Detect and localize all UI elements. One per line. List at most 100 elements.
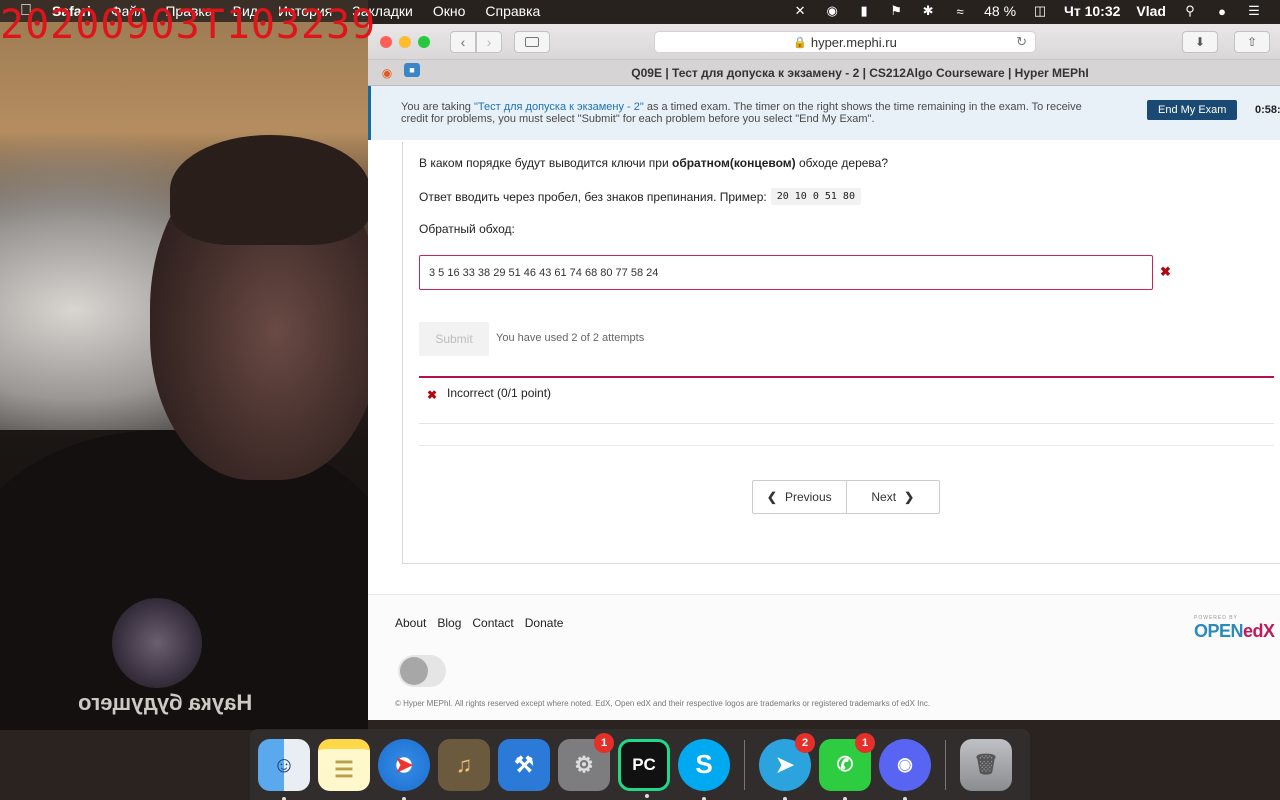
end-my-exam-button[interactable]: End My Exam [1147, 100, 1238, 120]
divider [419, 445, 1274, 446]
chevron-left-icon: ❮ [766, 490, 777, 504]
safari-icon[interactable]: ➤ [378, 738, 430, 800]
dock-separator [945, 739, 946, 790]
problem-content: В каком порядке будут выводится ключи пр… [402, 142, 1280, 564]
reload-icon[interactable]: ↻ [1016, 34, 1027, 50]
facetime-icon[interactable]: ✆ 1 [819, 732, 875, 800]
wifi-icon[interactable]: ≈ [952, 4, 968, 19]
menu-help[interactable]: Справка [485, 3, 540, 19]
telegram-icon[interactable]: ➤ 2 [759, 732, 815, 800]
footer-link-blog[interactable]: Blog [437, 616, 461, 630]
exam-link[interactable]: "Тест для допуска к экзамену - 2" [474, 101, 644, 113]
shirt-logo [112, 598, 202, 688]
system-preferences-icon[interactable]: ⚙ 1 [558, 732, 614, 791]
footer-link-contact[interactable]: Contact [472, 616, 513, 630]
input-label: Обратный обход: [419, 222, 515, 236]
running-indicator [783, 796, 787, 800]
shirt-text: Наука будущего [78, 690, 253, 715]
running-indicator [702, 796, 706, 800]
exam-text-before: You are taking [401, 101, 474, 113]
exam-timer: 0:58: [1255, 104, 1280, 116]
exam-banner-text: You are taking "Тест для допуска к экзам… [401, 101, 1101, 125]
running-indicator [843, 796, 847, 800]
incorrect-icon: ✖ [427, 388, 438, 402]
user-name[interactable]: Vlad [1136, 3, 1166, 19]
back-button[interactable]: ‹ [450, 30, 476, 53]
forward-button[interactable]: › [476, 30, 502, 53]
answer-instruction: Ответ вводить через пробел, без знаков п… [419, 188, 861, 205]
pinned-tab-fire-icon[interactable]: ◉ [376, 63, 398, 83]
result-text: Incorrect (0/1 point) [447, 386, 552, 400]
question-prefix: В каком порядке будут выводится ключи пр… [419, 156, 672, 170]
battery-percent[interactable]: 48 % [984, 3, 1016, 19]
discord-icon[interactable]: ◉ [879, 738, 931, 800]
status-app-icon[interactable]: ◉ [824, 3, 840, 18]
address-bar[interactable]: 🔒 hyper.mephi.ru ↻ [654, 31, 1036, 53]
xcode-icon[interactable]: ⚒ [498, 738, 550, 791]
menu-window[interactable]: Окно [433, 3, 466, 19]
incorrect-mark-icon: ✖ [1160, 264, 1171, 279]
timed-exam-banner: You are taking "Тест для допуска к экзам… [368, 86, 1280, 140]
clock[interactable]: Чт 10:32 [1064, 3, 1120, 19]
dock-separator [744, 739, 745, 790]
next-button[interactable]: Next ❯ [847, 481, 940, 513]
flag-icon[interactable]: ⚑ [888, 3, 904, 18]
downloads-button[interactable]: ⬇ [1182, 31, 1218, 53]
footer-link-about[interactable]: About [395, 616, 426, 630]
instruction-text: Ответ вводить через пробел, без знаков п… [419, 189, 767, 204]
result-notification: ✖ Incorrect (0/1 point) [419, 376, 1274, 424]
toggle-knob [400, 657, 428, 685]
url-text: hyper.mephi.ru [810, 34, 897, 50]
footer-copyright: © Hyper MEPhI. All rights reserved excep… [395, 699, 931, 708]
brand-open: OPEN [1194, 621, 1244, 641]
webcam-feed: Наука будущего [0, 0, 368, 730]
question-text: В каком порядке будут выводится ключи пр… [419, 156, 888, 170]
sidebar-icon [525, 36, 539, 47]
skype-icon[interactable]: S [678, 738, 730, 800]
notification-icon[interactable]: ▮ [856, 3, 872, 18]
notification-center-icon[interactable]: ☰ [1246, 3, 1262, 18]
previous-label: Previous [784, 490, 832, 504]
browser-titlebar: ‹ › 🔒 hyper.mephi.ru ↻ ⬇ ⇧ [368, 24, 1280, 60]
finder-icon[interactable]: ☺ [258, 738, 310, 800]
question-bold: обратном(концевом) [671, 156, 796, 170]
zoom-window-button[interactable] [418, 35, 430, 48]
webcam-person-hair [170, 135, 368, 245]
notes-icon[interactable]: ☰ [318, 738, 370, 791]
pycharm-icon[interactable]: PC [618, 738, 670, 798]
previous-button[interactable]: ❮ Previous [753, 481, 847, 513]
bluetooth-icon[interactable]: ✱ [920, 3, 936, 18]
siri-icon[interactable]: ● [1214, 4, 1230, 19]
webcam-person-body [0, 430, 368, 730]
submit-button[interactable]: Submit [419, 322, 489, 356]
status-tool-icon[interactable]: ✕ [792, 3, 808, 18]
share-button[interactable]: ⇧ [1234, 31, 1270, 53]
spotlight-search-icon[interactable]: ⚲ [1182, 3, 1198, 18]
telegram-badge: 2 [795, 732, 815, 753]
footer-link-donate[interactable]: Donate [525, 616, 564, 630]
trash-icon[interactable]: 🗑 [960, 738, 1012, 791]
dock: ☺ ☰ ➤ ♫ ⚒ ⚙ 1 PC S ➤ 2 ✆ 1 ◉ 🗑 [250, 729, 1030, 800]
facetime-badge: 1 [855, 732, 875, 753]
brand-edx: edX [1243, 621, 1275, 641]
pinned-tab-chat-icon[interactable]: ■ [404, 62, 420, 77]
running-indicator [645, 793, 649, 798]
openedx-logo[interactable]: POWERED BY OPENedX [1194, 615, 1275, 642]
page-footer: About Blog Contact Donate © Hyper MEPhI.… [368, 594, 1280, 720]
tab-bar: ◉ ■ Q09E | Тест для допуска к экзамену -… [368, 60, 1280, 86]
battery-icon[interactable]: ◫ [1032, 3, 1048, 18]
prefs-badge: 1 [594, 732, 614, 753]
question-suffix: обходе дерева? [795, 156, 889, 170]
answer-input[interactable]: 3 5 16 33 38 29 51 46 43 61 74 68 80 77 … [419, 255, 1153, 290]
attempts-text: You have used 2 of 2 attempts [496, 332, 645, 344]
sequence-navigation: ❮ Previous Next ❯ [752, 480, 940, 514]
active-tab-title[interactable]: Q09E | Тест для допуска к экзамену - 2 |… [440, 66, 1280, 80]
garageband-icon[interactable]: ♫ [438, 738, 490, 791]
lock-icon: 🔒 [793, 36, 807, 49]
minimize-window-button[interactable] [399, 35, 411, 48]
answer-value: 3 5 16 33 38 29 51 46 43 61 74 68 80 77 … [429, 266, 659, 279]
browser-window: ‹ › 🔒 hyper.mephi.ru ↻ ⬇ ⇧ ◉ ■ Q09E | Те… [368, 24, 1280, 720]
theme-toggle[interactable] [398, 655, 446, 687]
close-window-button[interactable] [380, 35, 392, 48]
sidebar-toggle-button[interactable] [514, 30, 550, 53]
